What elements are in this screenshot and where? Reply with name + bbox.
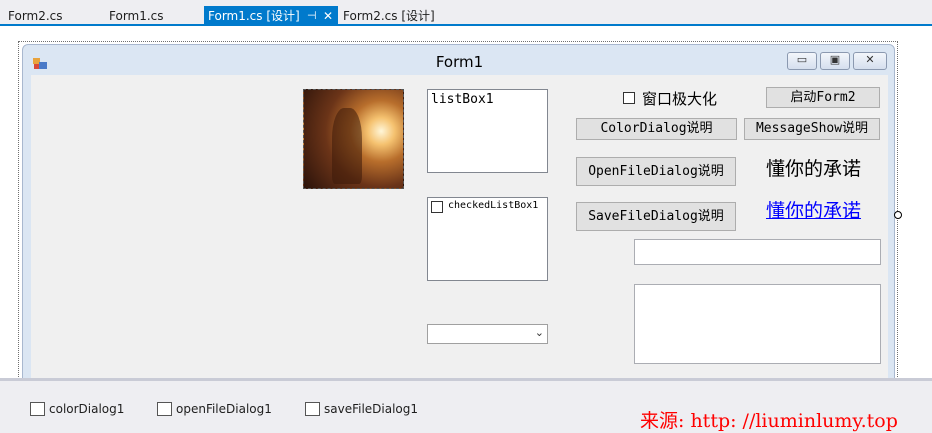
tab-form1-design[interactable]: Form1.cs [设计] ⊣ ✕ xyxy=(204,6,338,26)
combo-box[interactable]: ⌄ xyxy=(427,324,548,344)
text-input[interactable] xyxy=(634,239,881,265)
checked-listbox[interactable]: checkedListBox1 xyxy=(427,197,548,281)
close-icon: ✕ xyxy=(865,53,875,66)
figure-silhouette xyxy=(332,108,362,184)
tray-item-save-file-dialog[interactable]: saveFileDialog1 xyxy=(305,401,418,417)
promise-link[interactable]: 懂你的承诺 xyxy=(766,196,861,223)
chevron-down-icon[interactable]: ⌄ xyxy=(535,326,544,339)
minimize-button[interactable]: ▭ xyxy=(787,52,817,70)
pin-icon[interactable]: ⊣ xyxy=(307,6,317,26)
maximize-window-checkbox[interactable] xyxy=(623,92,635,104)
tab-label: Form2.cs [设计] xyxy=(343,9,435,23)
tray-item-label: colorDialog1 xyxy=(49,402,125,416)
tab-label: Form1.cs xyxy=(109,9,164,23)
checked-listbox-item: checkedListBox1 xyxy=(448,200,539,211)
tab-form2-design[interactable]: Form2.cs [设计] xyxy=(343,6,435,26)
minimize-icon: ▭ xyxy=(796,53,808,66)
picture-box[interactable] xyxy=(303,89,404,189)
form-title: Form1 xyxy=(435,53,484,71)
tray-item-color-dialog[interactable]: colorDialog1 xyxy=(30,401,124,417)
save-file-dialog-icon xyxy=(305,401,320,416)
close-icon[interactable]: ✕ xyxy=(323,6,333,26)
tray-item-label: saveFileDialog1 xyxy=(324,402,419,416)
maximize-window-label: 窗口极大化 xyxy=(642,90,718,108)
checkbox-icon[interactable] xyxy=(431,201,443,213)
launch-form2-button[interactable]: 启动Form2 xyxy=(766,87,880,108)
open-file-dialog-icon xyxy=(157,401,172,416)
color-dialog-icon xyxy=(30,401,45,416)
tab-label: Form1.cs [设计] xyxy=(208,9,300,23)
maximize-icon: ▣ xyxy=(829,53,841,66)
open-file-dialog-button[interactable]: OpenFileDialog说明 xyxy=(576,157,736,186)
close-button[interactable]: ✕ xyxy=(853,52,887,70)
tray-item-open-file-dialog[interactable]: openFileDialog1 xyxy=(157,401,272,417)
maximize-button[interactable]: ▣ xyxy=(820,52,850,70)
tray-item-label: openFileDialog1 xyxy=(176,402,272,416)
promise-label: 懂你的承诺 xyxy=(766,158,862,180)
listbox-label: listBox1 xyxy=(431,92,494,107)
tab-form1-cs[interactable]: Form1.cs xyxy=(109,6,164,26)
message-show-button[interactable]: MessageShow说明 xyxy=(744,118,880,140)
source-watermark: 来源: http: //liuminlumy.top xyxy=(640,410,898,432)
rich-text-box[interactable] xyxy=(634,284,881,364)
listbox[interactable]: listBox1 xyxy=(427,89,548,173)
color-dialog-button[interactable]: ColorDialog说明 xyxy=(576,118,737,140)
save-file-dialog-button[interactable]: SaveFileDialog说明 xyxy=(576,202,736,231)
resize-handle[interactable] xyxy=(894,211,902,219)
tab-form2-cs[interactable]: Form2.cs xyxy=(8,6,63,26)
form-titlebar: Form1 ▭ ▣ ✕ xyxy=(23,45,894,75)
tab-label: Form2.cs xyxy=(8,9,63,23)
